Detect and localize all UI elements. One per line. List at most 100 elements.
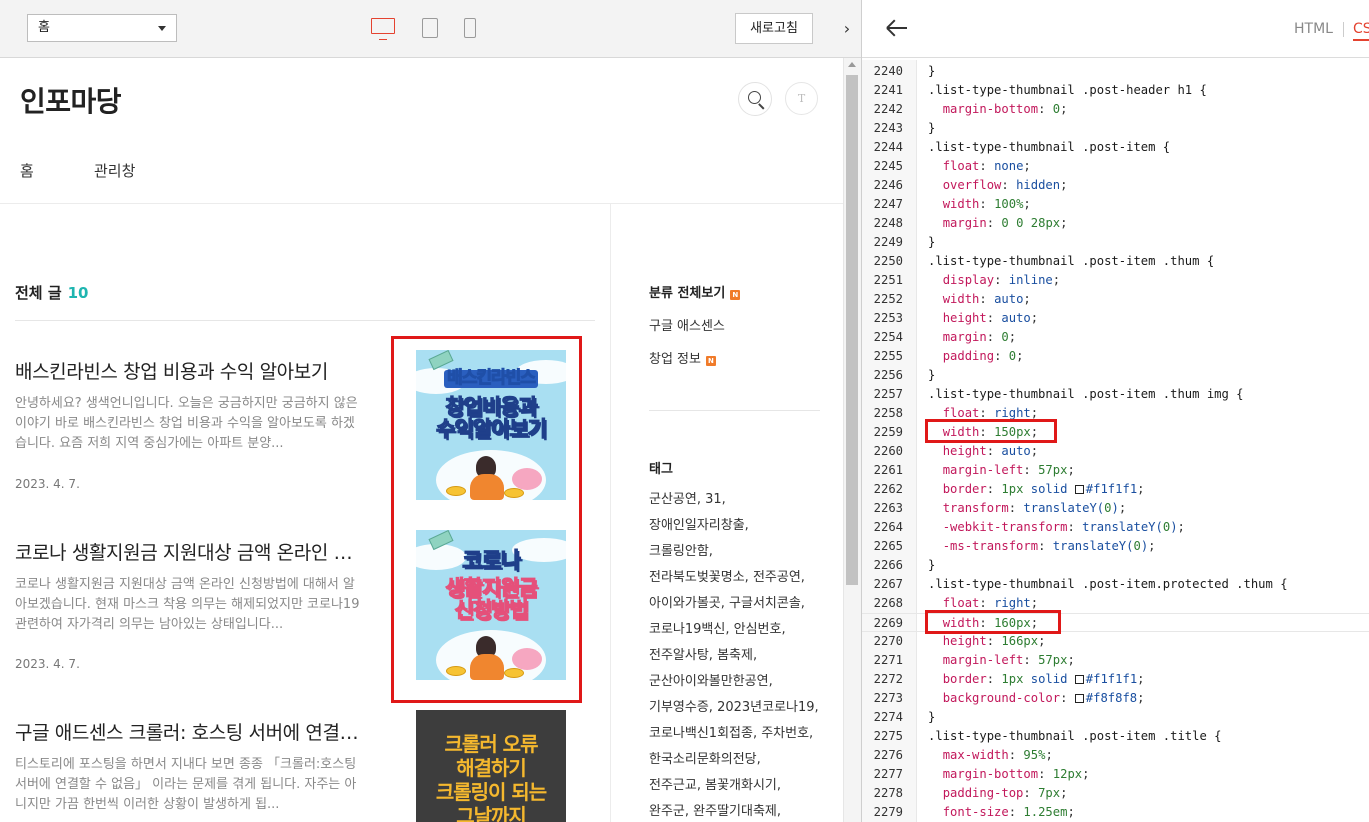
code-line[interactable]: 2272 border: 1px solid #f1f1f1; (862, 670, 1369, 689)
code-line[interactable]: 2254 margin: 0; (862, 328, 1369, 347)
code-line[interactable]: 2248 margin: 0 0 28px; (862, 214, 1369, 233)
mobile-icon[interactable] (464, 18, 476, 38)
line-number: 2255 (873, 349, 903, 363)
blog-title[interactable]: 인포마당 (20, 80, 122, 120)
post-item[interactable]: 구글 애드센스 크롤러: 호스팅 서버에 연결할 수 없음 티스토리에 포스팅을… (15, 718, 360, 815)
category-item[interactable]: 창업 정보 N (649, 348, 716, 367)
code-text: .list-type-thumbnail .post-item .title { (928, 729, 1222, 743)
tag-link[interactable]: 코로나19백신, 안심번호, (649, 618, 786, 637)
post-item[interactable]: 배스킨라빈스 창업 비용과 수익 알아보기 안녕하세요? 생색언니입니다. 오늘… (15, 357, 360, 491)
line-number: 2245 (873, 159, 903, 173)
tag-link[interactable]: 한국소리문화의전당, (649, 748, 761, 767)
tag-link[interactable]: 코로나백신1회접종, 주차번호, (649, 722, 813, 741)
category-item[interactable]: 구글 애스센스 (649, 315, 725, 334)
nav-item-home[interactable]: 홈 (20, 160, 34, 181)
preview-toolbar: 홈 새로고침 › (0, 0, 861, 58)
code-line[interactable]: 2241 .list-type-thumbnail .post-header h1… (862, 81, 1369, 100)
post-title[interactable]: 코로나 생활지원금 지원대상 금액 온라인 신청방법 (15, 538, 360, 565)
code-line[interactable]: 2253 height: auto; (862, 309, 1369, 328)
category-label: 창업 정보 (649, 352, 701, 367)
code-line[interactable]: 2271 margin-left: 57px; (862, 651, 1369, 670)
code-line[interactable]: 2247 width: 100%; (862, 195, 1369, 214)
code-line[interactable]: 2256} (862, 366, 1369, 385)
code-line[interactable]: 2267 .list-type-thumbnail .post-item.prot… (862, 575, 1369, 594)
code-line[interactable]: 2279 font-size: 1.25em; (862, 803, 1369, 822)
code-line[interactable]: 2270 height: 166px; (862, 632, 1369, 651)
line-number: 2240 (873, 64, 903, 78)
nav-item-admin[interactable]: 관리창 (94, 160, 135, 181)
tag-link[interactable]: 아이와가볼곳, 구글서치콘솔, (649, 592, 805, 611)
code-text: display: inline; (942, 273, 1061, 287)
code-text: margin-left: 57px; (942, 653, 1075, 667)
code-line[interactable]: 2277 margin-bottom: 12px; (862, 765, 1369, 784)
color-swatch (1074, 485, 1084, 494)
tag-link[interactable]: 군산아이와볼만한공연, (649, 670, 773, 689)
tab-html[interactable]: HTML (1294, 21, 1333, 37)
line-number: 2269 (873, 616, 903, 630)
code-line[interactable]: 2261 margin-left: 57px; (862, 461, 1369, 480)
code-text: } (928, 235, 936, 249)
code-line[interactable]: 2255 padding: 0; (862, 347, 1369, 366)
code-line[interactable]: 2275 .list-type-thumbnail .post-item .tit… (862, 727, 1369, 746)
code-line[interactable]: 2264 -webkit-transform: translateY(0); (862, 518, 1369, 537)
tag-link[interactable]: 완주군, 완주딸기대축제, (649, 800, 781, 819)
code-line[interactable]: 2274} (862, 708, 1369, 727)
code-line[interactable]: 2245 float: none; (862, 157, 1369, 176)
tablet-icon[interactable] (422, 18, 438, 38)
code-text: overflow: hidden; (942, 178, 1068, 192)
code-line[interactable]: 2251 display: inline; (862, 271, 1369, 290)
tag-link[interactable]: 크롤링안함, (649, 540, 713, 559)
code-line[interactable]: 2262 border: 1px solid #f1f1f1; (862, 480, 1369, 499)
code-line[interactable]: 2266} (862, 556, 1369, 575)
post-thumbnail[interactable]: 크롤러 오류 해결하기 크롤링이 되는 그날까지 (416, 710, 566, 822)
tab-divider (1343, 22, 1344, 37)
refresh-button[interactable]: 새로고침 (735, 13, 813, 44)
tag-link[interactable]: 장애인일자리창출, (649, 514, 749, 533)
color-swatch (1074, 694, 1084, 703)
code-line[interactable]: 2242 margin-bottom: 0; (862, 100, 1369, 119)
tag-link[interactable]: 전주알사탕, 봄축제, (649, 644, 757, 663)
code-line[interactable]: 2249} (862, 233, 1369, 252)
post-title[interactable]: 배스킨라빈스 창업 비용과 수익 알아보기 (15, 357, 360, 384)
desktop-icon[interactable] (371, 18, 395, 40)
tag-link[interactable]: 전라북도벚꽃명소, 전주공연, (649, 566, 805, 585)
line-number: 2261 (873, 463, 903, 477)
post-item[interactable]: 코로나 생활지원금 지원대상 금액 온라인 신청방법 코로나 생활지원금 지원대… (15, 538, 360, 671)
code-line[interactable]: 2260 height: auto; (862, 442, 1369, 461)
tag-link[interactable]: 전주근교, 봄꽃개화시기, (649, 774, 781, 793)
code-text: background-color: #f8f8f8; (942, 691, 1145, 705)
code-line[interactable]: 2263 transform: translateY(0); (862, 499, 1369, 518)
code-line[interactable]: 2278 padding-top: 7px; (862, 784, 1369, 803)
page-select[interactable]: 홈 (27, 14, 177, 42)
code-line[interactable]: 2265 -ms-transform: translateY(0); (862, 537, 1369, 556)
tag-link[interactable]: 군산공연, 31, (649, 488, 726, 507)
code-line[interactable]: 2257 .list-type-thumbnail .post-item .thu… (862, 385, 1369, 404)
thumbnail-line: 해결하기 (456, 756, 527, 780)
code-line[interactable]: 2276 max-width: 95%; (862, 746, 1369, 765)
code-line[interactable]: 2244 .list-type-thumbnail .post-item { (862, 138, 1369, 157)
post-date: 2023. 4. 7. (15, 657, 80, 671)
divider (649, 410, 820, 411)
scrollbar[interactable] (843, 58, 861, 822)
scroll-up-icon[interactable] (848, 62, 856, 67)
code-line[interactable]: 2240} (862, 62, 1369, 81)
tab-css[interactable]: CSS (1353, 21, 1369, 41)
code-line[interactable]: 2252 width: auto; (862, 290, 1369, 309)
code-line[interactable]: 2243} (862, 119, 1369, 138)
code-line[interactable]: 2246 overflow: hidden; (862, 176, 1369, 195)
tag-link[interactable]: 기부영수증, 2023년코로나19, (649, 696, 819, 715)
category-all-link[interactable]: 분류 전체보기 N (649, 282, 741, 301)
code-line[interactable]: 2273 background-color: #f8f8f8; (862, 689, 1369, 708)
back-arrow-icon[interactable] (886, 18, 908, 38)
line-number: 2257 (873, 387, 903, 401)
chevron-right-icon[interactable]: › (836, 14, 858, 44)
code-text: } (928, 64, 936, 78)
code-line[interactable]: 2250 .list-type-thumbnail .post-item .thu… (862, 252, 1369, 271)
scrollbar-thumb[interactable] (846, 75, 858, 585)
line-number: 2279 (873, 805, 903, 819)
post-title[interactable]: 구글 애드센스 크롤러: 호스팅 서버에 연결할 수 없음 (15, 718, 360, 745)
search-icon[interactable] (738, 82, 772, 116)
code-area[interactable]: 2240} 2241 .list-type-thumbnail .post-head… (862, 60, 1369, 822)
profile-avatar[interactable]: T (785, 82, 818, 115)
line-number: 2271 (873, 653, 903, 667)
